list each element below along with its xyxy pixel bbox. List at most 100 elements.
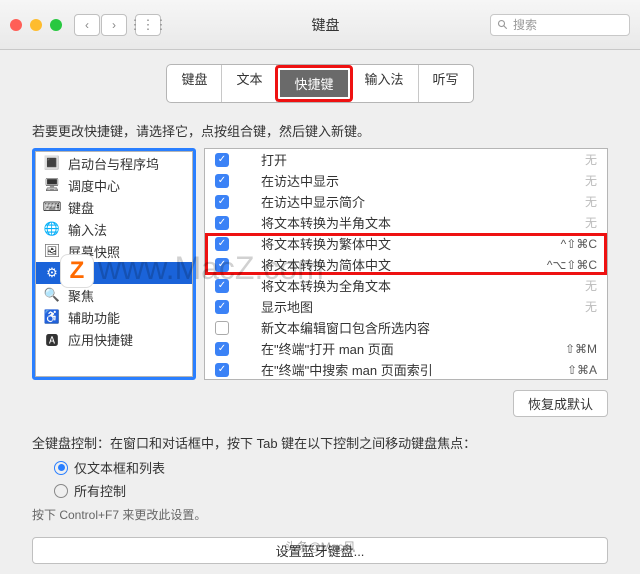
category-label: 启动台与程序坞 [68,154,159,173]
content: 若要更改快捷键，请选择它，点按组合键，然后键入新键。 🔳 启动台与程序坞🖥调度中心… [0,103,640,574]
shortcut-key: ⇧⌘M [565,342,597,356]
restore-defaults-button[interactable]: 恢复成默认 [513,390,608,417]
shortcut-label: 在"终端"打开 man 页面 [261,339,553,358]
radio-all-controls[interactable]: 所有控制 [54,481,608,500]
radio-text-lists[interactable]: 仅文本框和列表 [54,458,608,477]
sidebar-item[interactable]: 🅰 应用快捷键 [36,328,192,350]
minimize-icon[interactable] [30,19,42,31]
checkbox[interactable]: ✓ [215,300,229,314]
sidebar-item[interactable]: 🔳 启动台与程序坞 [36,152,192,174]
kb-control-text: 全键盘控制：在窗口和对话框中，按下 Tab 键在以下控制之间移动键盘焦点： [32,433,608,452]
sidebar-item[interactable]: 🖼 屏幕快照 [36,240,192,262]
shortcut-row[interactable]: 新文本编辑窗口包含所选内容 [205,317,607,338]
sidebar-item[interactable]: ⚙ 服务 [36,262,192,284]
shortcut-row[interactable]: ✓ 显示地图无 [205,296,607,317]
category-icon: ⌨ [44,199,60,215]
shortcut-key: ^⌥⇧⌘C [547,258,597,272]
tab-shortcuts[interactable]: 快捷键 [280,70,347,97]
checkbox[interactable]: ✓ [215,279,229,293]
shortcut-label: 新文本编辑窗口包含所选内容 [261,318,585,337]
shortcut-label: 在访达中显示 [261,171,573,190]
search-icon [497,19,509,31]
full-keyboard-control: 全键盘控制：在窗口和对话框中，按下 Tab 键在以下控制之间移动键盘焦点： 仅文… [32,433,608,523]
checkbox[interactable] [215,321,229,335]
tab-keyboard[interactable]: 键盘 [167,65,222,102]
tab-input[interactable]: 输入法 [351,65,419,102]
sidebar-item[interactable]: ⌨ 键盘 [36,196,192,218]
category-icon: 🖼 [44,243,60,259]
shortcut-label: 将文本转换为简体中文 [261,255,535,274]
shortcut-label: 将文本转换为半角文本 [261,213,573,232]
shortcut-key: 无 [585,298,597,315]
close-icon[interactable] [10,19,22,31]
checkbox[interactable]: ✓ [215,174,229,188]
show-all-button[interactable]: ⋮⋮⋮ [135,14,161,36]
shortcut-row[interactable]: ✓将文本转换为半角文本无 [205,212,607,233]
shortcut-row[interactable]: ✓在访达中显示简介无 [205,191,607,212]
shortcut-label: 将文本转换为繁体中文 [261,234,549,253]
kb-control-hint: 按下 Control+F7 来更改此设置。 [32,506,608,523]
tab-dictation[interactable]: 听写 [419,65,473,102]
sidebar-item[interactable]: ♿辅助功能 [36,306,192,328]
category-icon: ⚙ [44,265,60,281]
category-icon: 🌐 [44,221,60,237]
category-list[interactable]: 🔳 启动台与程序坞🖥调度中心 ⌨ 键盘 🌐 输入法 🖼 屏幕快照 ⚙ 服务 🔍 聚焦♿辅助功能 🅰 应用快… [35,151,193,377]
checkbox[interactable]: ✓ [215,258,229,272]
zoom-icon[interactable] [50,19,62,31]
footer-credit: 头条@Mac风 [0,538,640,555]
shortcut-row[interactable]: ✓ 将文本转换为全角文本无 [205,275,607,296]
nav-buttons: ‹ › [74,14,127,36]
segmented-control: 键盘 文本 快捷键 输入法 听写 [166,64,473,103]
shortcut-label: 将文本转换为全角文本 [261,276,573,295]
checkbox[interactable]: ✓ [215,342,229,356]
search-placeholder: 搜索 [513,16,537,33]
radio-on-icon [54,461,68,475]
category-label: 键盘 [68,198,94,217]
sidebar-item[interactable]: 🔍 聚焦 [36,284,192,306]
shortcut-row[interactable]: ✓在"终端"中搜索 man 页面索引⇧⌘A [205,359,607,380]
category-label: 服务 [68,264,94,283]
tabs: 键盘 文本 快捷键 输入法 听写 [0,64,640,103]
radio-label-1: 仅文本框和列表 [74,458,165,477]
category-label: 聚焦 [68,286,94,305]
shortcut-key: ⇧⌘A [567,363,597,377]
shortcut-row[interactable]: ✓ 将文本转换为简体中文 ^⌥⇧⌘C [205,254,607,275]
shortcut-list[interactable]: ✓打开无✓在访达中显示无✓在访达中显示简介无✓将文本转换为半角文本无✓将文本转换… [204,148,608,380]
shortcut-key: 无 [585,151,597,168]
shortcut-row[interactable]: ✓ 在"终端"打开 man 页面 ⇧⌘M [205,338,607,359]
forward-button[interactable]: › [101,14,127,36]
search-input[interactable]: 搜索 [490,14,630,36]
category-pane-highlight: 🔳 启动台与程序坞🖥调度中心 ⌨ 键盘 🌐 输入法 🖼 屏幕快照 ⚙ 服务 🔍 聚焦♿辅助功能 🅰 应用快… [32,148,196,380]
window-title: 键盘 [161,15,490,35]
category-icon: 🅰 [44,331,60,347]
checkbox[interactable]: ✓ [215,363,229,377]
shortcut-key: 无 [585,172,597,189]
checkbox[interactable]: ✓ [215,237,229,251]
category-label: 输入法 [68,220,107,239]
shortcut-key: 无 [585,193,597,210]
checkbox[interactable]: ✓ [215,195,229,209]
category-icon: 🔍 [44,287,60,303]
titlebar: ‹ › ⋮⋮⋮ 键盘 搜索 [0,0,640,50]
tab-highlight: 快捷键 [275,65,352,102]
category-label: 辅助功能 [68,308,120,327]
back-button[interactable]: ‹ [74,14,100,36]
category-label: 应用快捷键 [68,330,133,349]
checkbox[interactable]: ✓ [215,216,229,230]
shortcut-key: ^⇧⌘C [561,237,597,251]
radio-label-2: 所有控制 [74,481,126,500]
instruction-text: 若要更改快捷键，请选择它，点按组合键，然后键入新键。 [32,121,608,140]
traffic-lights [10,19,62,31]
category-label: 屏幕快照 [68,242,120,261]
radio-off-icon [54,484,68,498]
sidebar-item[interactable]: 🌐 输入法 [36,218,192,240]
shortcut-row[interactable]: ✓ 在访达中显示无 [205,170,607,191]
shortcut-row[interactable]: ✓打开无 [205,149,607,170]
category-icon: 🔳 [44,155,60,171]
shortcut-key: 无 [585,277,597,294]
checkbox[interactable]: ✓ [215,153,229,167]
shortcut-row[interactable]: ✓ 将文本转换为繁体中文 ^⇧⌘C [205,233,607,254]
tab-text[interactable]: 文本 [222,65,277,102]
shortcut-label: 显示地图 [261,297,573,316]
sidebar-item[interactable]: 🖥调度中心 [36,174,192,196]
